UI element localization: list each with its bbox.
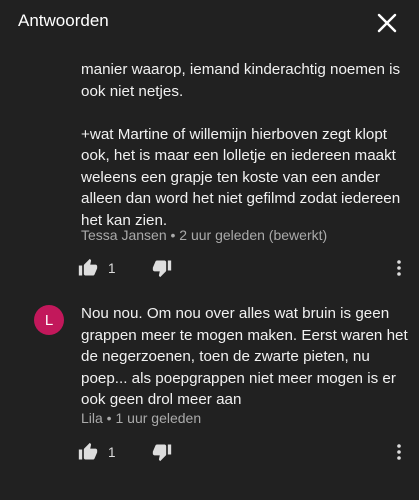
dislike-button[interactable] (149, 253, 175, 283)
comment-text: manier waarop, iemand kinderachtig noeme… (81, 61, 401, 229)
comment-actions: 1 (0, 437, 419, 467)
dislike-button[interactable] (149, 437, 175, 467)
like-button[interactable]: 1 (78, 253, 116, 283)
close-icon (377, 13, 397, 33)
like-count: 1 (108, 260, 116, 276)
thumb-up-icon (78, 258, 98, 276)
avatar-letter: L (44, 311, 54, 329)
more-vert-icon (397, 444, 401, 460)
comment-meta: Lila • 1 uur geleden (81, 410, 201, 426)
comment-author[interactable]: Lila (81, 410, 103, 426)
comment-time: • 2 uur geleden (bewerkt) (166, 227, 328, 243)
close-button[interactable] (372, 10, 402, 36)
more-options-button[interactable] (389, 253, 409, 283)
comment-time: • 1 uur geleden (102, 410, 202, 426)
comment-actions: 1 (0, 253, 419, 283)
like-count: 1 (108, 444, 116, 460)
page-title: Antwoorden (18, 11, 109, 30)
more-vert-icon (397, 260, 401, 276)
avatar[interactable]: L (34, 305, 64, 335)
like-button[interactable]: 1 (78, 437, 116, 467)
comment-text: Nou nou. Om nou over alles wat bruin is … (81, 305, 412, 408)
comment-meta: Tessa Jansen • 2 uur geleden (bewerkt) (81, 227, 327, 243)
header: Antwoorden (0, 0, 419, 46)
more-options-button[interactable] (389, 437, 409, 467)
thumb-down-icon (152, 260, 172, 278)
thumb-up-icon (78, 442, 98, 460)
comment-author[interactable]: Tessa Jansen (81, 227, 167, 243)
thumb-down-icon (152, 444, 172, 462)
